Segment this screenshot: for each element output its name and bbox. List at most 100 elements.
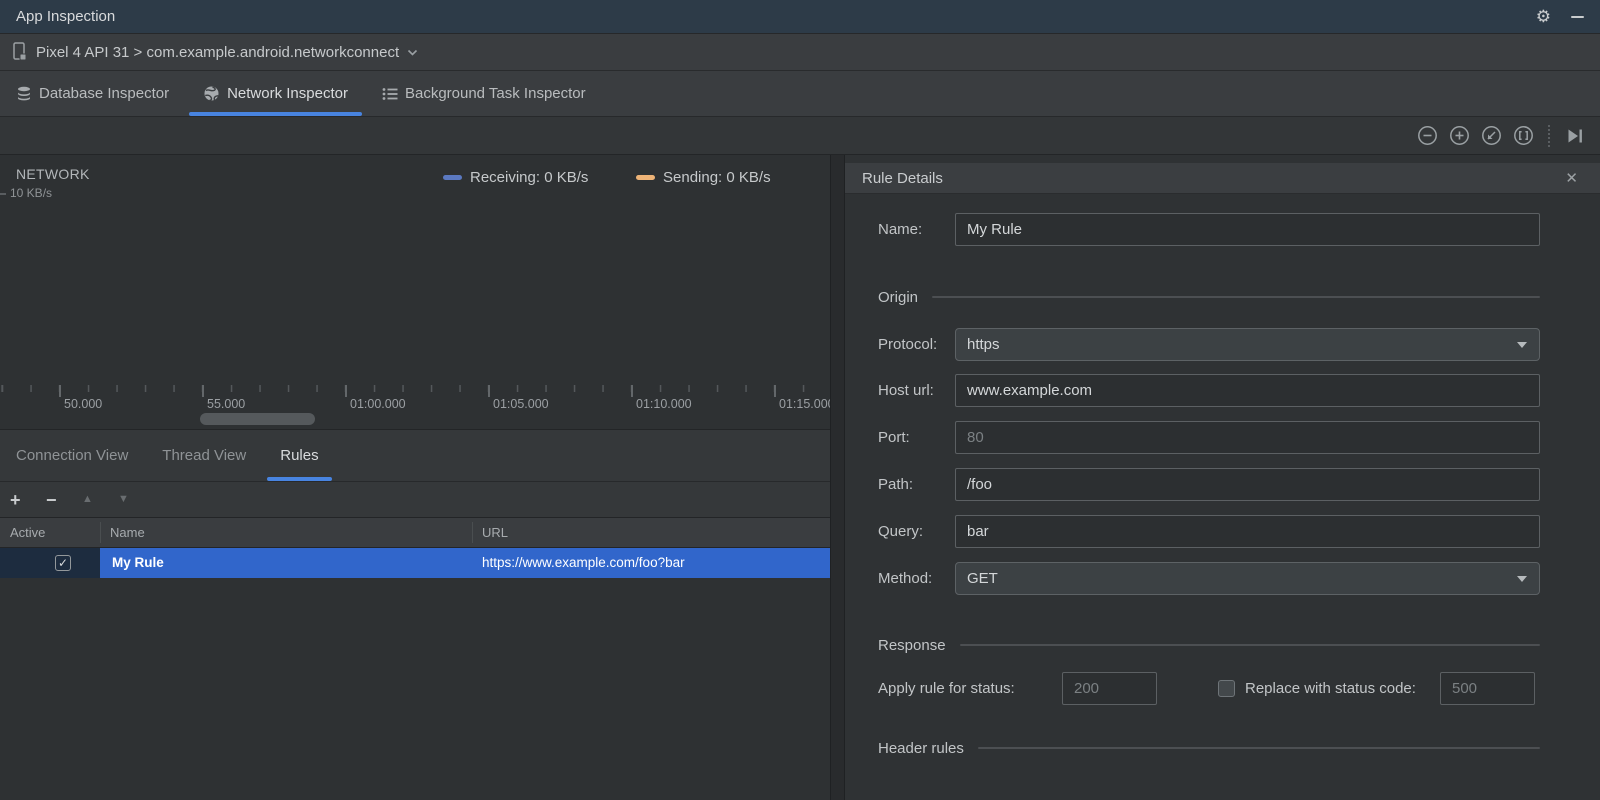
tab-rules[interactable]: Rules	[267, 430, 333, 481]
section-divider	[959, 644, 1540, 646]
tab-background-task-inspector[interactable]: Background Task Inspector	[382, 71, 586, 116]
query-field-row: Query:	[845, 515, 1600, 548]
replace-status-input[interactable]	[1440, 672, 1535, 705]
protocol-value: https	[967, 336, 1000, 353]
tab-thread-view[interactable]: Thread View	[162, 430, 246, 481]
port-input[interactable]	[955, 421, 1540, 454]
legend-receiving-label: Receiving: 0 KB/s	[470, 169, 589, 186]
network-timeline-panel: NETWORK Receiving: 0 KB/s Sending: 0 KB/…	[0, 155, 830, 800]
rule-url-cell[interactable]: https://www.example.com/foo?bar	[472, 548, 830, 578]
replace-with-status-code-label: Replace with status code:	[1245, 680, 1416, 697]
database-icon	[18, 86, 30, 100]
y-axis-tick	[0, 193, 6, 195]
apply-rule-for-status-label: Apply rule for status:	[878, 680, 1015, 697]
chevron-down-icon	[408, 49, 418, 56]
window-title: App Inspection	[16, 8, 116, 25]
minimize-icon[interactable]	[1571, 15, 1584, 18]
timeline-tick-label: 01:10.000	[636, 397, 692, 411]
move-rule-up-button[interactable]: ▲	[82, 494, 118, 505]
reset-zoom-icon[interactable]	[1481, 125, 1502, 146]
host-url-input[interactable]	[955, 374, 1540, 407]
protocol-dropdown[interactable]: https	[955, 328, 1540, 361]
tab-label: Database Inspector	[39, 85, 170, 102]
path-field-row: Path:	[845, 468, 1600, 501]
protocol-label: Protocol:	[878, 336, 938, 353]
rule-details-header: Rule Details ✕	[845, 163, 1600, 194]
name-input[interactable]	[955, 213, 1540, 246]
timeline-tick-label: 01:05.000	[493, 397, 549, 411]
view-tabbar: Connection View Thread View Rules	[0, 429, 830, 482]
origin-section-label: Origin	[878, 288, 919, 306]
table-row[interactable]: ✓ My Rule https://www.example.com/foo?ba…	[0, 548, 830, 578]
rules-toolbar: + − ▲ ▼	[0, 482, 830, 518]
tab-database-inspector[interactable]: Database Inspector	[16, 71, 169, 116]
legend-sending: Sending: 0 KB/s	[636, 169, 771, 186]
tab-network-inspector[interactable]: Network Inspector	[189, 71, 362, 116]
tab-label: Thread View	[162, 447, 247, 464]
response-section-label: Response	[878, 636, 946, 654]
query-input[interactable]	[955, 515, 1540, 548]
column-header-name[interactable]: Name	[110, 518, 145, 548]
protocol-field-row: Protocol: https	[845, 328, 1600, 361]
tab-label: Network Inspector	[227, 85, 348, 102]
tab-connection-view[interactable]: Connection View	[16, 430, 128, 481]
panel-splitter[interactable]	[830, 155, 845, 800]
checkmark-icon: ✓	[57, 556, 69, 570]
device-process-bar[interactable]: Pixel 4 API 31 > com.example.android.net…	[0, 33, 1600, 71]
rules-table-header: Active Name URL	[0, 518, 830, 548]
timeline-scrollbar-thumb[interactable]	[200, 413, 315, 425]
name-field-row: Name:	[845, 213, 1600, 246]
chart-title: NETWORK	[16, 166, 90, 182]
move-rule-down-button[interactable]: ▼	[118, 494, 154, 505]
column-separator[interactable]	[100, 522, 101, 543]
inspector-tabbar: Database Inspector Network Inspector Bac…	[0, 71, 1600, 117]
method-label: Method:	[878, 570, 933, 587]
y-axis-label: 10 KB/s	[10, 186, 53, 200]
phone-device-icon	[13, 42, 27, 61]
close-icon[interactable]: ✕	[1565, 169, 1578, 187]
dropdown-arrow-icon	[1517, 576, 1527, 582]
legend-sending-label: Sending: 0 KB/s	[663, 169, 771, 186]
tab-label: Background Task Inspector	[404, 85, 586, 102]
globe-icon	[204, 86, 219, 101]
section-divider	[932, 296, 1540, 298]
legend-receiving: Receiving: 0 KB/s	[443, 169, 588, 186]
header-rules-section-header: Header rules	[878, 734, 1540, 762]
settings-gear-icon[interactable]: ⚙	[1536, 8, 1551, 25]
method-field-row: Method: GET	[845, 562, 1600, 595]
query-label: Query:	[878, 523, 924, 540]
zoom-to-selection-icon[interactable]	[1513, 125, 1534, 146]
apply-status-input[interactable]	[1062, 672, 1157, 705]
column-separator[interactable]	[472, 522, 473, 543]
rule-details-title: Rule Details	[862, 169, 943, 187]
tab-label: Connection View	[16, 447, 129, 464]
method-dropdown[interactable]: GET	[955, 562, 1540, 595]
rule-active-checkbox[interactable]: ✓	[55, 555, 71, 571]
rule-details-panel: Rule Details ✕ Name: Origin Protocol: ht…	[845, 155, 1600, 800]
task-list-icon	[382, 87, 398, 100]
skip-to-end-icon[interactable]	[1564, 125, 1586, 147]
port-label: Port:	[878, 429, 910, 446]
origin-section-header: Origin	[878, 283, 1540, 311]
zoom-out-icon[interactable]	[1417, 125, 1438, 146]
rule-name-cell[interactable]: My Rule	[100, 548, 472, 578]
zoom-in-icon[interactable]	[1449, 125, 1470, 146]
header-rules-section-label: Header rules	[878, 739, 964, 757]
toolbar-separator	[1548, 124, 1550, 147]
section-divider	[977, 747, 1540, 749]
sending-swatch-icon	[636, 175, 655, 180]
column-header-active[interactable]: Active	[10, 518, 45, 548]
timeline-tick-label: 01:00.000	[350, 397, 406, 411]
rule-active-cell: ✓	[0, 548, 100, 578]
host-url-label: Host url:	[878, 382, 934, 399]
device-process-selector[interactable]: Pixel 4 API 31 > com.example.android.net…	[36, 44, 399, 61]
receiving-swatch-icon	[443, 175, 462, 180]
path-input[interactable]	[955, 468, 1540, 501]
path-label: Path:	[878, 476, 914, 493]
remove-rule-button[interactable]: −	[46, 491, 82, 509]
method-value: GET	[967, 570, 998, 587]
column-header-url[interactable]: URL	[482, 518, 508, 548]
replace-status-checkbox[interactable]	[1218, 680, 1235, 697]
response-status-row: Apply rule for status: Replace with stat…	[845, 672, 1600, 705]
add-rule-button[interactable]: +	[10, 491, 46, 509]
